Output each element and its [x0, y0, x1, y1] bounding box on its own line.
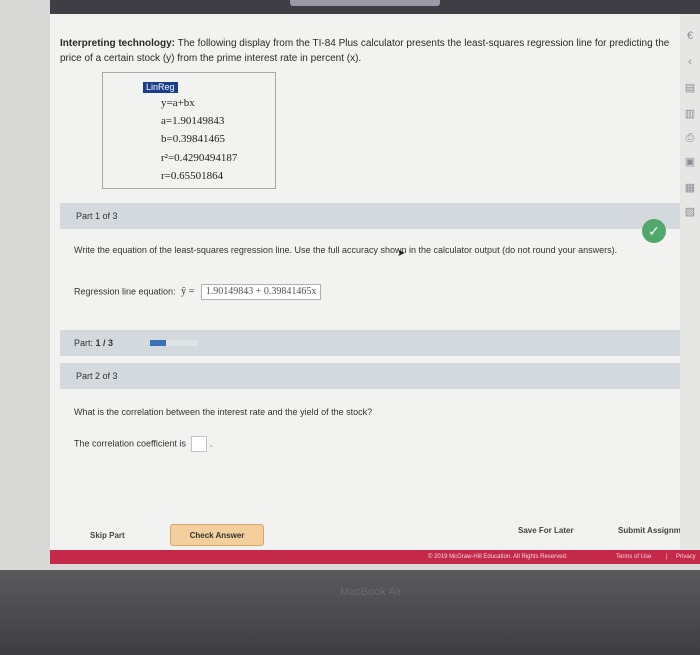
calc-line-equation: y=a+bx [161, 97, 195, 109]
part2-title: Part 2 of 3 [76, 371, 118, 381]
y-hat-symbol: ŷ = [181, 286, 195, 298]
browser-tab[interactable] [290, 0, 440, 6]
correlation-answer-field[interactable] [191, 436, 208, 452]
right-tool-rail: € ‹ ▤ ▥ ⎙ ▣ ▦ ▧ [680, 14, 700, 550]
check-icon: ✓ [642, 219, 666, 243]
problem-lead: Interpreting technology: [60, 38, 175, 49]
part2-answer-label: The correlation coefficient is [74, 438, 186, 449]
problem-statement: Interpreting technology: The following d… [60, 36, 670, 66]
document-icon[interactable]: ▦ [684, 182, 696, 195]
progress-bar [150, 340, 198, 346]
chevron-left-icon[interactable]: ‹ [684, 56, 696, 69]
book-icon[interactable]: ▥ [684, 108, 696, 121]
part1-header: Part 1 of 3 [60, 203, 680, 229]
submit-assignment-button[interactable]: Submit Assignment [618, 526, 680, 535]
progress-strip: Part: 1 / 3 [60, 330, 680, 356]
copyright-text: © 2019 McGraw-Hill Education. All Rights… [428, 554, 568, 560]
calculator-icon[interactable]: ▤ [684, 82, 696, 95]
part1-title: Part 1 of 3 [76, 211, 118, 221]
part2-question: What is the correlation between the inte… [74, 407, 373, 417]
calc-line-a: a=1.90149843 [161, 115, 225, 127]
part1-question: Write the equation of the least-squares … [74, 245, 618, 255]
copyright-bar: © 2019 McGraw-Hill Education. All Rights… [50, 550, 700, 564]
progress-bar-fill [150, 340, 166, 346]
regression-answer-field[interactable]: 1.90149843 + 0.39841465x [200, 284, 322, 300]
check-answer-button[interactable]: Check Answer [170, 524, 264, 546]
calculator-display: LinReg y=a+bx a=1.90149843 b=0.39841465 … [102, 72, 276, 189]
part2-header: Part 2 of 3 [60, 363, 680, 389]
part2-answer-row: The correlation coefficient is . [74, 436, 634, 452]
skip-part-button[interactable]: Skip Part [90, 531, 125, 540]
progress-label-value: 1 / 3 [95, 338, 114, 348]
browser-screen: Interpreting technology: The following d… [0, 0, 700, 570]
calculator-header: LinReg [143, 82, 178, 93]
part2-answer-suffix: . [209, 438, 213, 449]
assignment-content: Interpreting technology: The following d… [50, 14, 680, 550]
save-for-later-button[interactable]: Save For Later [518, 526, 574, 535]
calc-line-b: b=0.39841465 [161, 133, 225, 145]
terms-link[interactable]: Terms of Use [616, 550, 651, 564]
footer-separator: | [666, 554, 668, 560]
laptop-brand-label: MacBook Air [340, 586, 402, 598]
footer-actions: Skip Part Check Answer Save For Later Su… [60, 512, 680, 550]
privacy-link[interactable]: Privacy [676, 550, 696, 564]
progress-label-prefix: Part: [74, 338, 94, 348]
notes-icon[interactable]: ▧ [684, 206, 696, 219]
laptop-bezel: MacBook Air [0, 570, 700, 655]
part1-answer-label: Regression line equation: [74, 286, 176, 297]
progress-label: Part: 1 / 3 [74, 338, 113, 348]
print-icon[interactable]: ⎙ [684, 132, 696, 145]
mouse-cursor-icon: ➤ [397, 248, 406, 259]
part1-answer-row: Regression line equation: ŷ = 1.90149843… [74, 284, 634, 300]
calc-line-r: r=0.65501864 [161, 170, 224, 182]
browser-top-bar [50, 0, 700, 14]
calc-line-r2: r²=0.4290494187 [161, 152, 238, 164]
euro-icon[interactable]: € [684, 30, 696, 43]
video-icon[interactable]: ▣ [684, 156, 696, 169]
